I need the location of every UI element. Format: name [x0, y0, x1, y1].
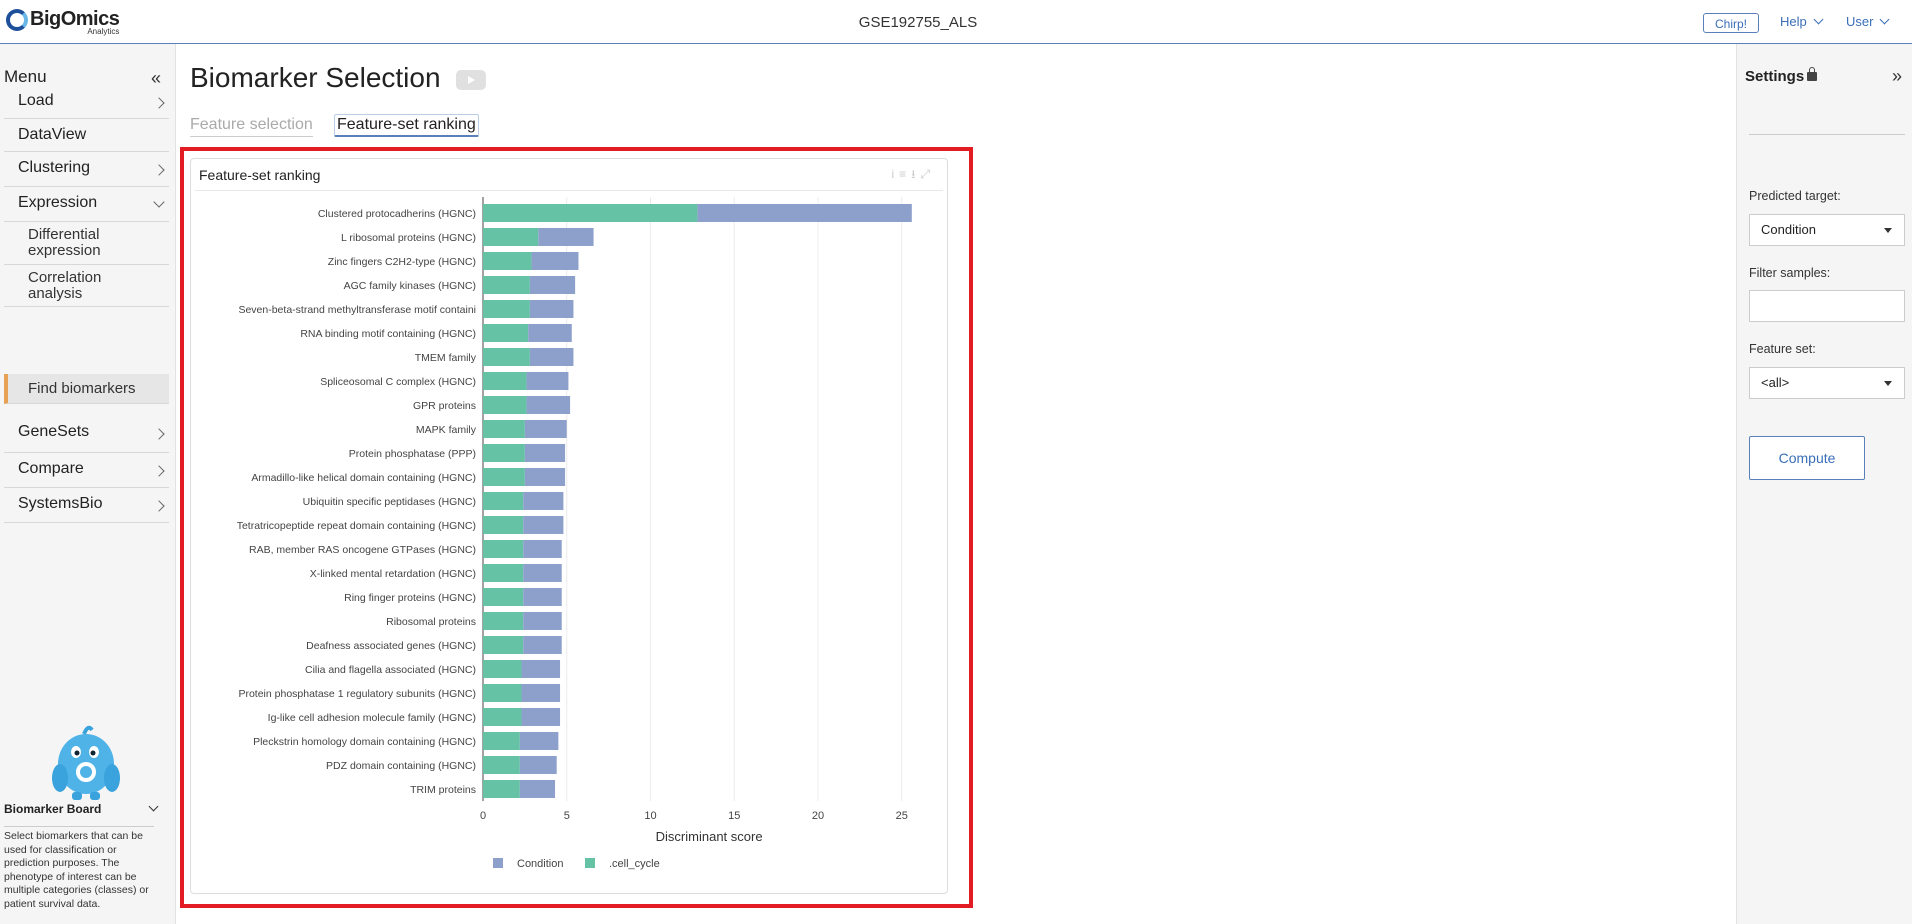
- page-title: Biomarker Selection: [190, 62, 441, 93]
- lock-icon[interactable]: [1807, 67, 1817, 81]
- sidebar-item-dataview[interactable]: DataView: [4, 119, 169, 152]
- top-header: BigOmics Analytics GSE192755_ALS Chirp! …: [0, 0, 1912, 44]
- predicted-target-select[interactable]: Condition: [1749, 214, 1905, 246]
- collapse-right-icon[interactable]: »: [1892, 66, 1902, 87]
- predicted-target-label: Predicted target:: [1749, 189, 1841, 203]
- sidebar-item-label: Correlation analysis: [28, 269, 102, 302]
- sidebar-item-clustering[interactable]: Clustering: [4, 152, 169, 187]
- sidebar-item-label: GeneSets: [18, 423, 90, 440]
- sidebar-item-label: Find biomarkers: [28, 380, 136, 397]
- sidebar-item-label: Load: [18, 92, 54, 109]
- sidebar-item-label: Differential expression: [28, 226, 101, 259]
- chevron-right-icon: [153, 465, 165, 477]
- sidebar-item-label: SystemsBio: [18, 495, 103, 512]
- settings-title: Settings: [1745, 68, 1805, 85]
- chevron-down-icon: [1880, 14, 1890, 25]
- chirp-button[interactable]: Chirp!: [1703, 13, 1759, 33]
- filter-samples-input[interactable]: [1749, 290, 1905, 322]
- sidebar-item-expression[interactable]: Expression: [4, 187, 169, 222]
- user-label: User: [1846, 14, 1874, 29]
- chevron-right-icon: [153, 428, 165, 440]
- sidebar-item-differential-expression[interactable]: Differential expression: [4, 222, 169, 265]
- sidebar-item-label: Expression: [18, 194, 98, 211]
- sidebar-item-label: Compare: [18, 460, 84, 477]
- compute-button[interactable]: Compute: [1749, 436, 1865, 480]
- left-sidebar: Menu « Load DataView Clustering Expressi…: [0, 44, 176, 924]
- menu-title: Menu: [4, 67, 47, 86]
- chevron-right-icon: [153, 164, 165, 176]
- settings-divider: [1749, 134, 1905, 135]
- tab-feature-selection[interactable]: Feature selection: [190, 116, 313, 137]
- board-title: Biomarker Board: [4, 802, 102, 816]
- chevron-right-icon: [153, 97, 165, 109]
- chevron-right-icon: [153, 500, 165, 512]
- feature-set-select[interactable]: <all>: [1749, 367, 1905, 399]
- right-sidebar: Settings » Predicted target: Condition F…: [1736, 44, 1912, 924]
- tab-feature-set-ranking[interactable]: Feature-set ranking: [334, 114, 479, 137]
- chevron-down-icon: [153, 196, 165, 208]
- highlight-frame: [180, 147, 973, 908]
- dataset-title: GSE192755_ALS: [858, 14, 978, 31]
- help-menu[interactable]: Help: [1780, 14, 1824, 29]
- user-menu[interactable]: User: [1846, 14, 1890, 29]
- chevron-down-icon: [1813, 14, 1824, 25]
- sidebar-item-label: DataView: [18, 126, 87, 143]
- chevron-down-icon[interactable]: [148, 801, 159, 812]
- feature-set-label: Feature set:: [1749, 342, 1816, 356]
- sidebar-item-genesets[interactable]: GeneSets: [4, 418, 169, 453]
- sidebar-item-correlation-analysis[interactable]: Correlation analysis: [4, 265, 169, 307]
- sidebar-item-compare[interactable]: Compare: [4, 453, 169, 488]
- filter-samples-label: Filter samples:: [1749, 266, 1831, 280]
- video-play-icon[interactable]: [456, 70, 486, 90]
- mascot-icon: [52, 725, 120, 800]
- sidebar-item-label: Clustering: [18, 159, 91, 176]
- sidebar-item-find-biomarkers[interactable]: Find biomarkers: [4, 374, 169, 404]
- sidebar-item-systemsbio[interactable]: SystemsBio: [4, 488, 169, 523]
- sidebar-item-load[interactable]: Load: [4, 86, 169, 119]
- help-label: Help: [1780, 14, 1807, 29]
- board-description: Select biomarkers that can be used for c…: [4, 826, 154, 911]
